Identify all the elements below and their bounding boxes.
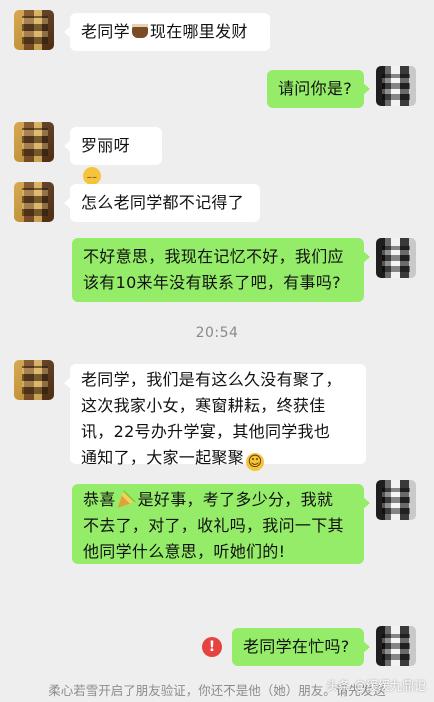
message-text: 是好事，考了多少分，我就 <box>137 490 334 509</box>
message-text: 怎么老同学都不记得了 <box>81 193 245 212</box>
grin-emoji <box>246 453 265 471</box>
message-line: 该有10来年没有联系了吧，有事吗? <box>83 273 341 292</box>
message-bubble-incoming[interactable]: 老同学 现在哪里发财 <box>64 13 270 51</box>
message-line: 他同学什么意思，听她们的! <box>83 542 286 561</box>
user-avatar[interactable] <box>376 480 416 520</box>
message-text: 老同学 <box>81 22 130 41</box>
contact-avatar[interactable] <box>14 10 54 50</box>
message-line: 这次我家小女，寒窗耕耘，终获佳 <box>81 396 326 415</box>
message-line: 讯，22号办升学宴，其他同学我也 <box>81 422 331 441</box>
message-line: 通知了，大家一起聚聚 <box>81 448 245 467</box>
contact-avatar[interactable] <box>14 182 54 222</box>
message-text: 现在哪里发财 <box>149 22 248 41</box>
message-text: 请问你是? <box>278 79 352 98</box>
message-text: 恭喜 <box>83 490 116 509</box>
coffee-emoji <box>131 24 148 38</box>
contact-avatar[interactable] <box>14 360 54 400</box>
celebrate-emoji <box>117 490 136 508</box>
message-text: 罗丽呀 <box>81 136 130 155</box>
user-avatar[interactable] <box>376 626 416 666</box>
message-line: 不好意思，我现在记忆不好，我们应 <box>83 247 344 266</box>
message-bubble-outgoing[interactable]: 不好意思，我现在记忆不好，我们应 该有10来年没有联系了吧，有事吗? <box>72 238 370 302</box>
send-failed-icon[interactable]: ! <box>202 637 222 657</box>
message-bubble-incoming[interactable]: 怎么老同学都不记得了 <box>64 184 260 222</box>
message-bubble-outgoing[interactable]: 恭喜 是好事，考了多少分，我就 不去了，对了，收礼吗，我问一下其 他同学什么意思，… <box>72 484 370 564</box>
user-avatar[interactable] <box>376 238 416 278</box>
sweat-smile-emoji <box>83 167 101 185</box>
message-bubble-outgoing[interactable]: 请问你是? <box>267 70 370 108</box>
message-line: 老同学，我们是有这么久没有聚了， <box>81 370 342 389</box>
message-text: 老同学在忙吗? <box>243 637 350 656</box>
user-avatar[interactable] <box>376 66 416 106</box>
contact-avatar[interactable] <box>14 122 54 162</box>
message-bubble-incoming[interactable]: 罗丽呀 <box>64 127 162 185</box>
message-bubble-incoming[interactable]: 老同学，我们是有这么久没有聚了， 这次我家小女，寒窗耕耘，终获佳 讯，22号办升… <box>64 364 366 471</box>
message-bubble-outgoing[interactable]: 老同学在忙吗? <box>232 628 370 666</box>
message-line: 不去了，对了，收礼吗，我问一下其 <box>83 516 344 535</box>
watermark: 头条 @缓缓九鼎记 <box>326 679 426 693</box>
message-timestamp: 20:54 <box>195 325 239 341</box>
